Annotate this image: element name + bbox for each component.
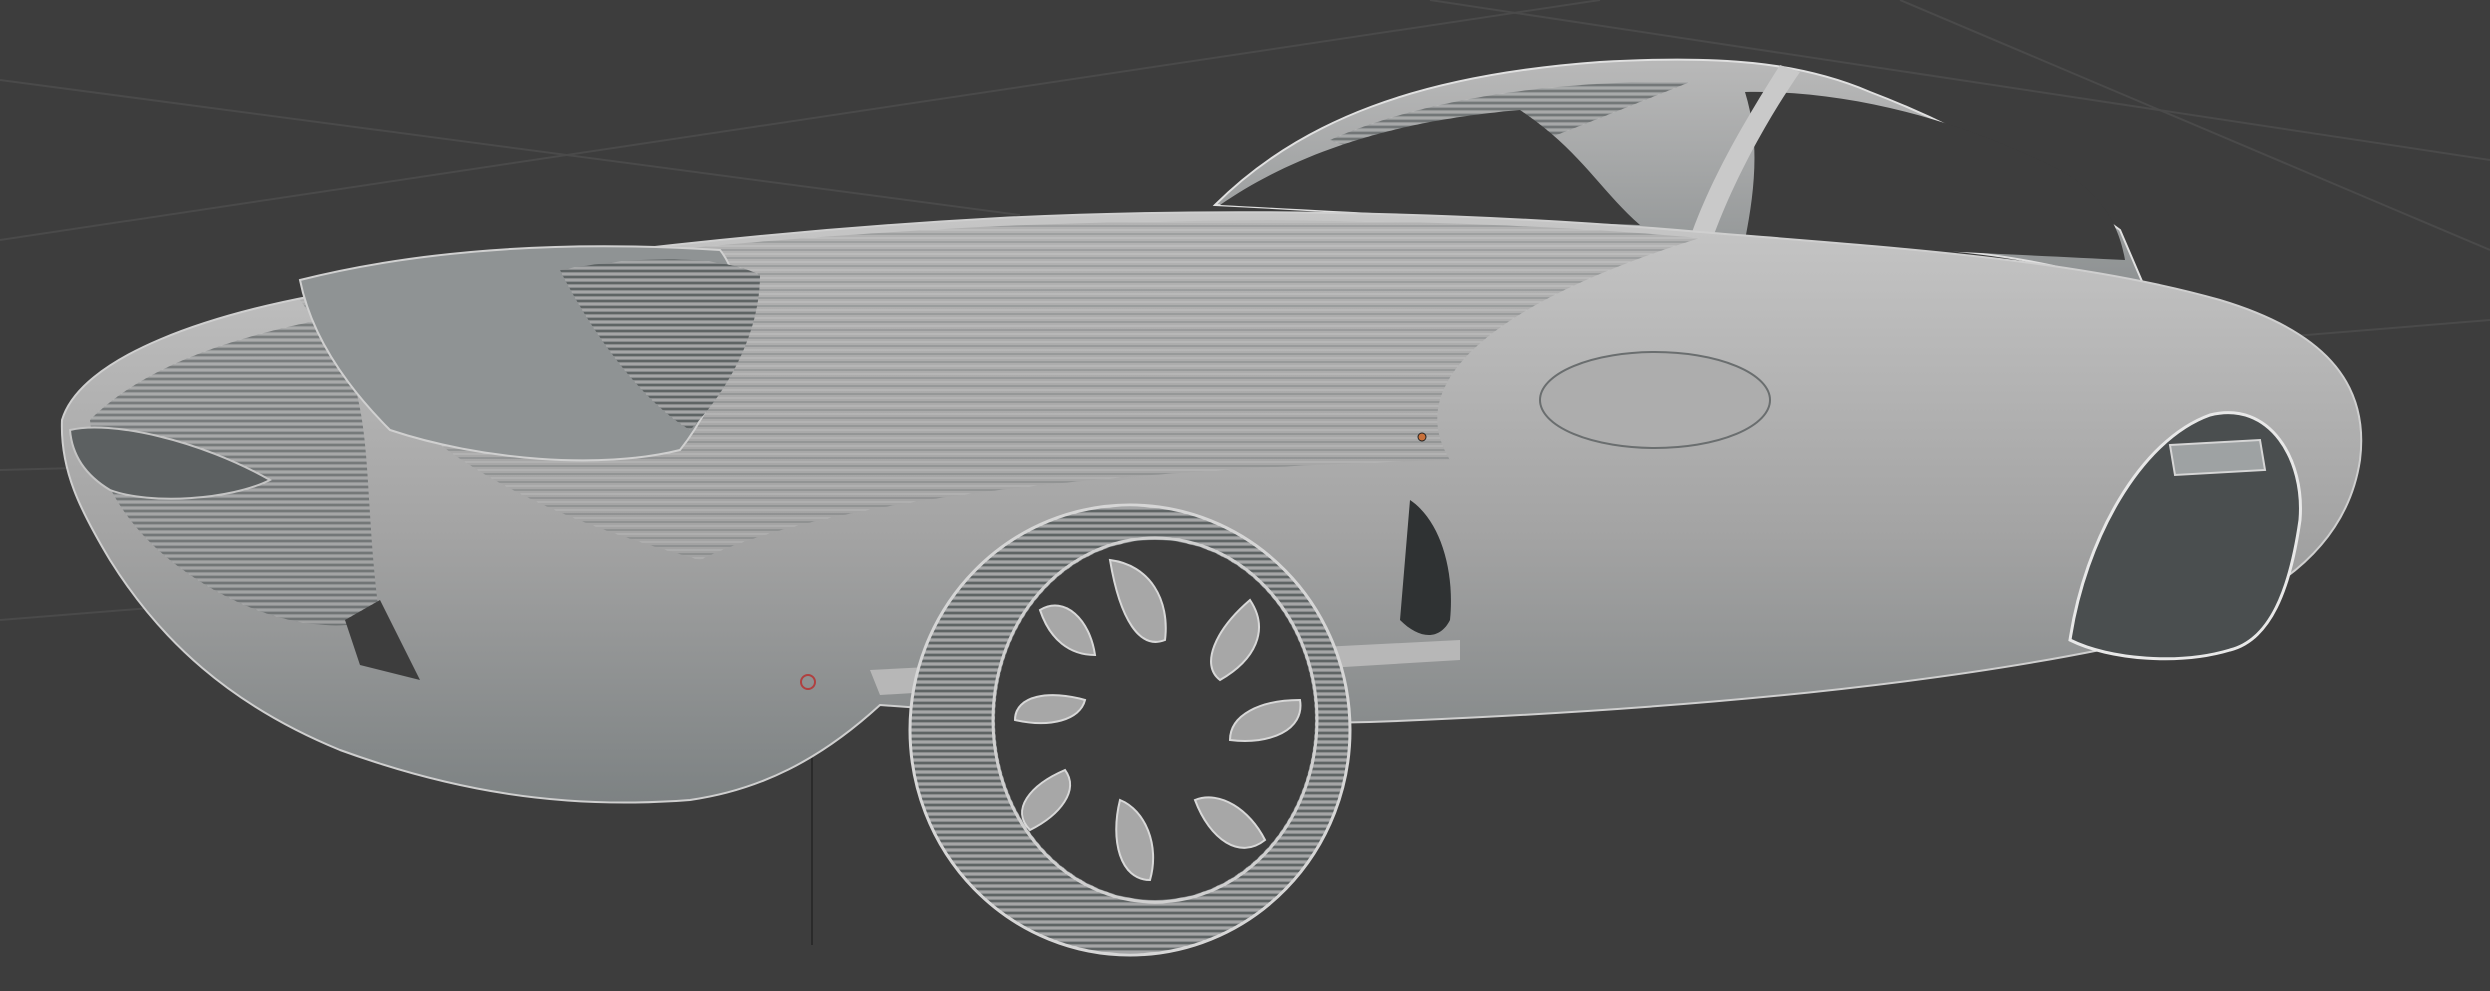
- front-wheel[interactable]: [908, 503, 1352, 957]
- car-side-highlight: [1539, 351, 1771, 449]
- 3d-viewport[interactable]: [0, 0, 2490, 991]
- object-origin-marker[interactable]: [1417, 432, 1427, 442]
- viewport-canvas[interactable]: [0, 0, 2490, 991]
- car-model[interactable]: [60, 58, 2363, 957]
- car-rear-wheel-arch-inner: [2168, 438, 2267, 477]
- car-side-window-opening: [1745, 91, 2125, 260]
